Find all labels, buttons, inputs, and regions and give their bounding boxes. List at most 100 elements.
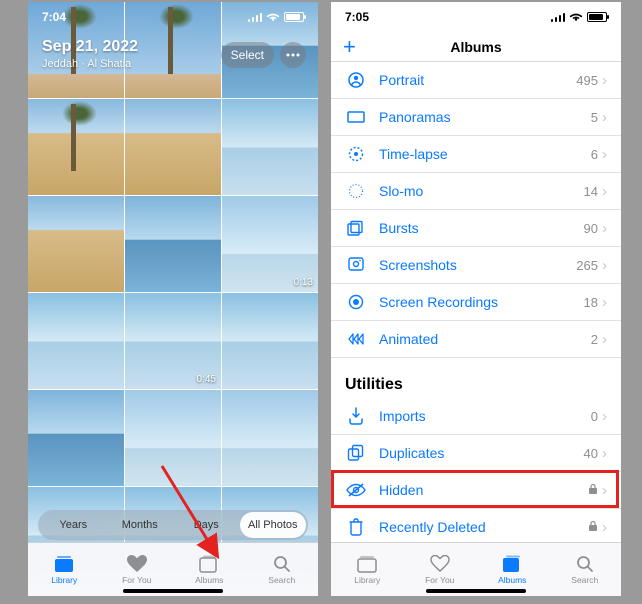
tab-library[interactable]: Library: [331, 543, 404, 596]
row-count: 5: [591, 110, 598, 125]
row-count: 2: [591, 332, 598, 347]
chevron-right-icon: ›: [602, 331, 607, 348]
utilities-header: Utilities: [331, 358, 621, 398]
album-row-animated[interactable]: Animated 2 ›: [331, 321, 621, 358]
tab-search[interactable]: Search: [549, 543, 622, 596]
photo-thumb[interactable]: [222, 99, 318, 195]
photo-thumb[interactable]: [125, 99, 221, 195]
home-indicator[interactable]: [426, 589, 526, 593]
tab-bar: Library For You Albums Search: [331, 542, 621, 596]
photo-thumb[interactable]: [28, 99, 124, 195]
tab-label: Library: [51, 575, 77, 585]
row-count: 40: [584, 446, 598, 461]
row-label: Portrait: [379, 72, 576, 88]
photo-thumb[interactable]: [28, 293, 124, 389]
album-row-screenshots[interactable]: Screenshots 265 ›: [331, 247, 621, 284]
photo-thumb[interactable]: [125, 196, 221, 292]
photo-thumb[interactable]: [28, 390, 124, 486]
photo-thumb[interactable]: [222, 293, 318, 389]
phone-left-photos: 0:13 0:45 7:04 Sep 21, 2022 Jeddah · Al …: [28, 2, 318, 596]
row-label: Imports: [379, 408, 591, 424]
album-row-timelapse[interactable]: Time-lapse 6 ›: [331, 136, 621, 173]
video-duration: 0:45: [197, 374, 216, 385]
tab-label: For You: [425, 575, 454, 585]
signal-icon: [248, 12, 262, 22]
row-count: 265: [576, 258, 598, 273]
wifi-icon: [569, 12, 583, 22]
album-row-duplicates[interactable]: Duplicates 40 ›: [331, 435, 621, 472]
tab-library[interactable]: Library: [28, 543, 101, 596]
album-row-recentlydeleted[interactable]: Recently Deleted ›: [331, 509, 621, 542]
chevron-right-icon: ›: [602, 408, 607, 425]
bursts-icon: [345, 220, 367, 236]
row-count: 90: [584, 221, 598, 236]
battery-icon: [587, 12, 607, 22]
chevron-right-icon: ›: [602, 220, 607, 237]
screenshots-icon: [345, 257, 367, 273]
album-row-screenrec[interactable]: Screen Recordings 18 ›: [331, 284, 621, 321]
row-label: Recently Deleted: [379, 519, 588, 535]
select-button[interactable]: Select: [221, 42, 274, 68]
segment-all-photos[interactable]: All Photos: [240, 512, 307, 538]
row-label: Panoramas: [379, 109, 591, 125]
album-row-portrait[interactable]: Portrait 495 ›: [331, 62, 621, 99]
trash-icon: [345, 518, 367, 536]
chevron-right-icon: ›: [602, 294, 607, 311]
home-indicator[interactable]: [123, 589, 223, 593]
chevron-right-icon: ›: [602, 482, 607, 499]
nav-header: + Albums: [331, 32, 621, 62]
wifi-icon: [266, 12, 280, 22]
tab-bar: Library For You Albums Search: [28, 542, 318, 596]
segment-months[interactable]: Months: [107, 512, 174, 538]
status-indicators: [248, 12, 304, 22]
album-row-hidden[interactable]: Hidden ›: [331, 472, 621, 509]
tab-label: For You: [122, 575, 151, 585]
album-row-panoramas[interactable]: Panoramas 5 ›: [331, 99, 621, 136]
status-time: 7:05: [345, 10, 369, 24]
chevron-right-icon: ›: [602, 72, 607, 89]
status-indicators: [551, 12, 607, 22]
imports-icon: [345, 407, 367, 425]
panorama-icon: [345, 111, 367, 123]
tab-label: Albums: [195, 575, 223, 585]
row-label: Hidden: [379, 482, 588, 498]
segment-days[interactable]: Days: [173, 512, 240, 538]
chevron-right-icon: ›: [602, 109, 607, 126]
screenrec-icon: [345, 293, 367, 311]
row-label: Screenshots: [379, 257, 576, 273]
row-count: 6: [591, 147, 598, 162]
album-row-imports[interactable]: Imports 0 ›: [331, 398, 621, 435]
photo-thumb[interactable]: [125, 390, 221, 486]
animated-icon: [345, 332, 367, 346]
timelapse-icon: [345, 145, 367, 163]
albums-list[interactable]: Portrait 495 › Panoramas 5 › Time-lapse …: [331, 62, 621, 542]
view-segmented-control[interactable]: Years Months Days All Photos: [38, 510, 308, 540]
album-row-slomo[interactable]: Slo-mo 14 ›: [331, 173, 621, 210]
more-button[interactable]: [280, 42, 306, 68]
photo-thumb[interactable]: 0:45: [125, 293, 221, 389]
row-label: Duplicates: [379, 445, 584, 461]
library-icon: [53, 554, 75, 574]
tab-search[interactable]: Search: [246, 543, 319, 596]
search-icon: [271, 554, 293, 574]
battery-icon: [284, 12, 304, 22]
photo-thumb[interactable]: [28, 196, 124, 292]
status-time: 7:04: [42, 10, 66, 24]
album-row-bursts[interactable]: Bursts 90 ›: [331, 210, 621, 247]
tab-label: Search: [268, 575, 295, 585]
duplicates-icon: [345, 444, 367, 462]
photo-thumb[interactable]: 0:13: [222, 196, 318, 292]
row-count: 0: [591, 409, 598, 424]
chevron-right-icon: ›: [602, 445, 607, 462]
photo-thumb[interactable]: [222, 390, 318, 486]
photo-grid: 0:13 0:45: [28, 2, 318, 596]
row-label: Animated: [379, 331, 591, 347]
video-duration: 0:13: [294, 277, 313, 288]
status-bar: 7:05: [331, 2, 621, 32]
add-album-button[interactable]: +: [343, 34, 356, 60]
foryou-icon: [126, 554, 148, 574]
chevron-right-icon: ›: [602, 257, 607, 274]
row-count: 18: [584, 295, 598, 310]
library-icon: [356, 554, 378, 574]
segment-years[interactable]: Years: [40, 512, 107, 538]
